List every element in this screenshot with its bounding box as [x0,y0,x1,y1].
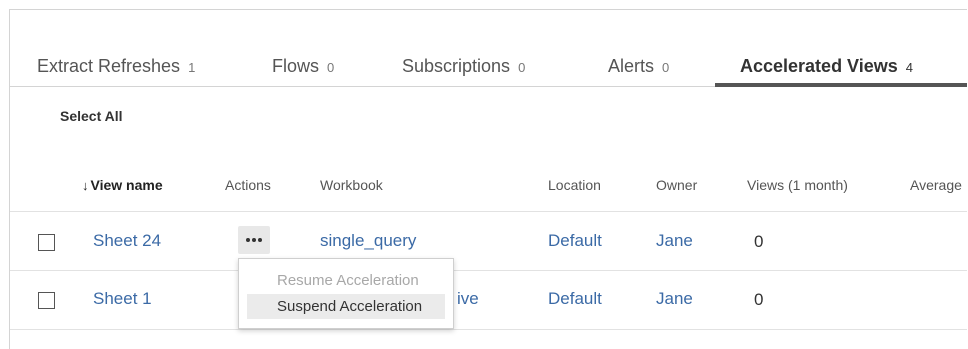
tab-label: Alerts [608,56,655,76]
column-header-view-name[interactable]: ↓ View name [82,177,163,193]
tab-extract-refreshes[interactable]: Extract Refreshes 1 [37,54,195,88]
location-link[interactable]: Default [548,231,602,251]
view-name-link[interactable]: Sheet 24 [93,231,161,251]
column-header-actions: Actions [225,177,271,193]
row-checkbox[interactable] [38,292,55,309]
tab-label: Extract Refreshes [37,56,181,76]
tab-count: 0 [662,60,670,75]
views-count: 0 [754,290,764,309]
more-icon [246,238,262,242]
location-link[interactable]: Default [548,289,602,309]
tab-subscriptions[interactable]: Subscriptions 0 [402,54,525,88]
tab-count: 0 [327,60,335,75]
actions-menu: Resume Acceleration Suspend Acceleration [238,258,454,329]
column-header-location[interactable]: Location [548,177,601,193]
owner-link[interactable]: Jane [656,231,693,251]
tab-label: Subscriptions [402,56,511,76]
column-header-average[interactable]: Average [910,177,962,193]
owner-link[interactable]: Jane [656,289,693,309]
workbook-link[interactable]: single_query [320,231,416,251]
row-divider [10,329,967,330]
suspend-acceleration-menu-item[interactable]: Suspend Acceleration [247,294,445,319]
row-divider [10,270,967,271]
column-header-views-1-month[interactable]: Views (1 month) [747,177,848,193]
column-header-workbook[interactable]: Workbook [320,177,383,193]
tab-label: Flows [272,56,320,76]
tab-count: 1 [188,60,196,75]
row-actions-button[interactable] [238,226,270,254]
row-checkbox[interactable] [38,234,55,251]
view-name-link[interactable]: Sheet 1 [93,289,152,309]
select-all-button[interactable]: Select All [60,108,123,124]
tab-label: Accelerated Views [740,56,898,76]
active-tab-indicator [715,83,967,87]
accelerated-views-panel: Extract Refreshes 1 Flows 0 Subscriptions 0… [9,9,967,349]
tab-count: 4 [905,60,913,75]
header-divider [10,211,967,212]
views-count: 0 [754,232,764,251]
tab-count: 0 [518,60,526,75]
sort-descending-icon: ↓ [82,178,89,193]
tab-flows[interactable]: Flows 0 [272,54,334,88]
column-label: View name [90,177,163,193]
resume-acceleration-menu-item: Resume Acceleration [277,272,419,289]
column-header-owner[interactable]: Owner [656,177,697,193]
workbook-link[interactable]: ive [457,289,479,309]
tab-alerts[interactable]: Alerts 0 [608,54,669,88]
